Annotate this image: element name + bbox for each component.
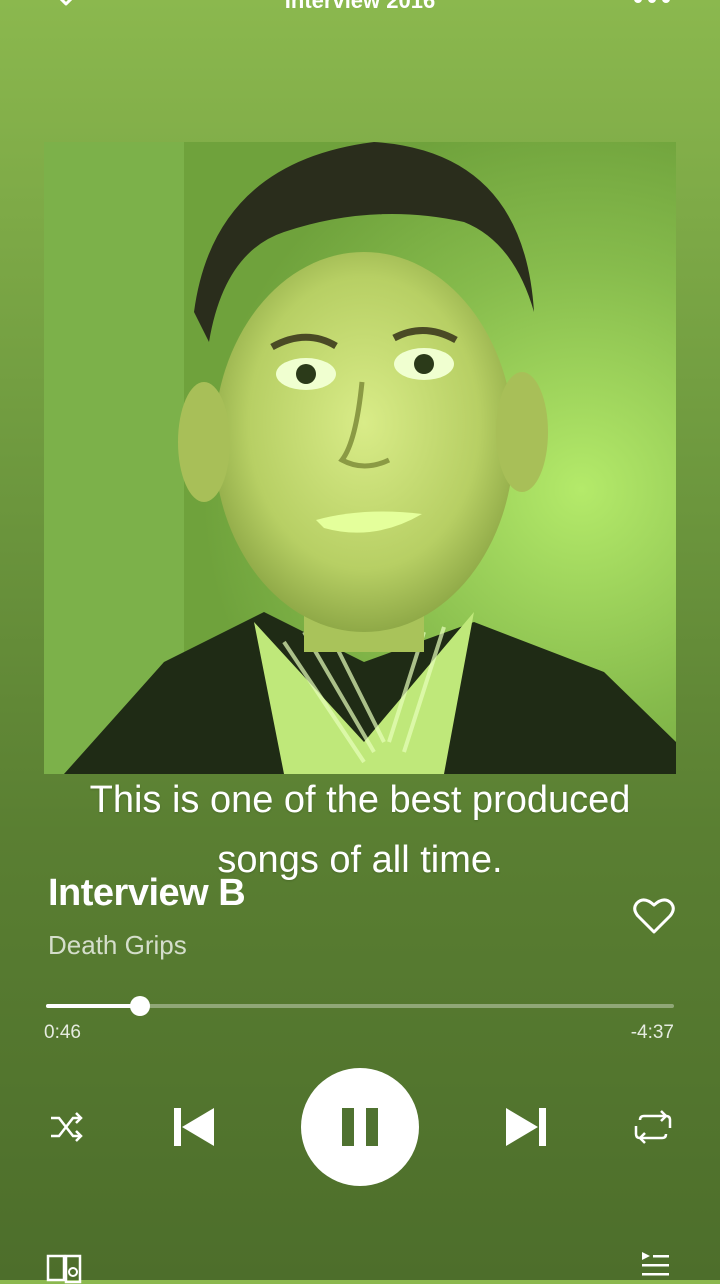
skip-next-icon[interactable] (504, 1104, 550, 1150)
heart-icon[interactable] (632, 896, 676, 936)
progress-fill (46, 1004, 141, 1008)
remaining-time: -4:37 (630, 1022, 674, 1043)
pause-button[interactable] (301, 1068, 419, 1186)
top-bar: Interview 2016 (0, 0, 720, 40)
skip-previous-icon[interactable] (170, 1104, 216, 1150)
repeat-icon[interactable] (632, 1108, 674, 1146)
queue-icon[interactable] (640, 1250, 670, 1280)
playlist-title: Interview 2016 (284, 0, 436, 13)
elapsed-time: 0:46 (44, 1022, 81, 1043)
album-art-image (44, 142, 676, 774)
more-options-icon[interactable] (632, 0, 672, 8)
progress-bar[interactable] (46, 996, 674, 1016)
album-art (44, 142, 676, 774)
artist-name[interactable]: Death Grips (48, 930, 187, 961)
pause-icon (342, 1108, 378, 1146)
progress-handle[interactable] (130, 996, 151, 1016)
shuffle-icon[interactable] (48, 1108, 86, 1146)
track-title: Interview B (48, 872, 246, 914)
